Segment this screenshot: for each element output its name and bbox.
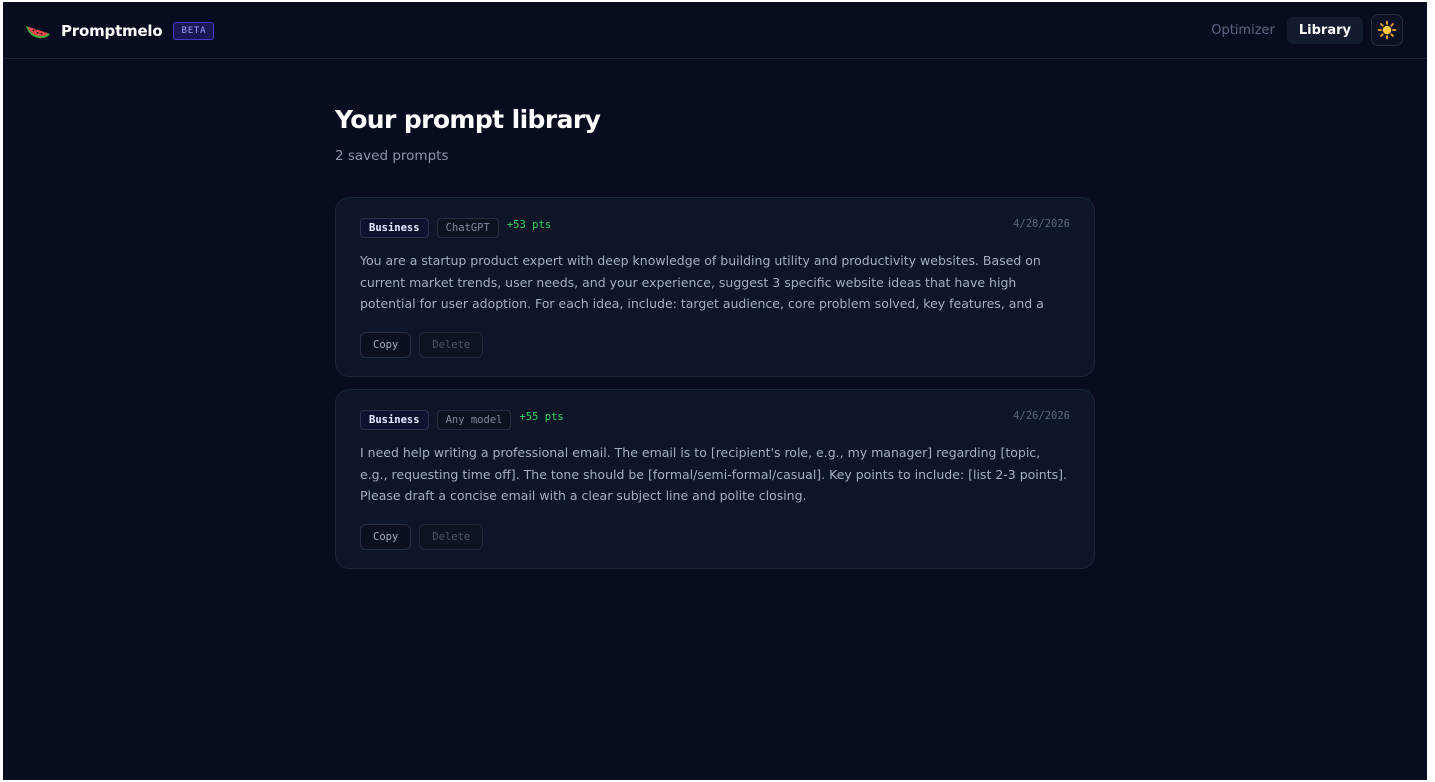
theme-toggle-button[interactable] [1371,14,1403,46]
copy-button[interactable]: Copy [360,524,412,550]
prompt-card: Business ChatGPT +53 pts 4/28/2026 You a… [335,197,1095,377]
model-tag: ChatGPT [436,218,499,238]
top-bar: Promptmelo BETA Optimizer Library [3,2,1427,59]
saved-date: 4/28/2026 [1013,218,1070,230]
delete-button[interactable]: Delete [419,524,484,550]
saved-date: 4/26/2026 [1013,410,1070,422]
saved-count: 2 saved prompts [335,148,449,164]
card-actions: Copy Delete [360,524,1070,550]
sun-icon [1377,20,1397,40]
points-badge: +53 pts [506,219,552,231]
copy-button[interactable]: Copy [360,332,412,358]
prompt-text: I need help writing a professional email… [360,445,1067,503]
brand[interactable]: Promptmelo BETA [25,18,215,44]
prompt-card: Business Any model +55 pts 4/26/2026 I n… [335,389,1095,569]
main-nav: Optimizer Library [1199,14,1403,46]
app-window: Promptmelo BETA Optimizer Library Your p… [3,2,1427,780]
beta-badge: BETA [173,22,215,40]
delete-button[interactable]: Delete [419,332,484,358]
prompt-text: You are a startup product expert with de… [360,253,1044,311]
category-tag: Business [360,410,429,430]
card-tags: Business Any model +55 pts [360,410,1070,430]
library-main: Your prompt library 2 saved prompts Busi… [335,102,1095,581]
page-title: Your prompt library [335,105,601,134]
brand-name: Promptmelo [61,22,163,40]
category-tag: Business [360,218,429,238]
card-actions: Copy Delete [360,332,1070,358]
watermelon-icon [26,26,50,39]
prompt-list: Business ChatGPT +53 pts 4/28/2026 You a… [335,197,1095,569]
points-badge: +55 pts [519,411,564,423]
nav-optimizer[interactable]: Optimizer [1199,17,1287,44]
model-tag: Any model [436,410,512,430]
card-tags: Business ChatGPT +53 pts [360,218,1070,238]
nav-library[interactable]: Library [1286,16,1363,44]
